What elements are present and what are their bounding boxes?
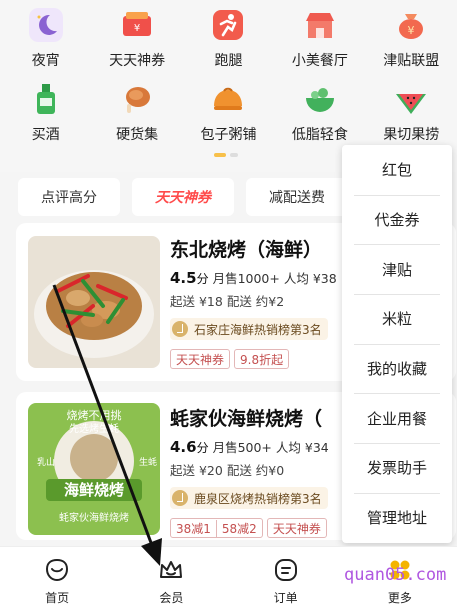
- discount-tag: 58减2: [215, 519, 262, 537]
- store-avg-price: 人均 ¥38: [283, 271, 337, 286]
- moon-icon: [28, 8, 63, 42]
- store-rank-text: 鹿泉区烧烤热销榜第3名: [194, 491, 322, 506]
- svg-text:¥: ¥: [408, 24, 415, 37]
- filter-daily-coupon[interactable]: 天天神券: [132, 178, 234, 216]
- medal-icon: [172, 321, 188, 337]
- more-menu: 红包 代金券 津贴 米粒 我的收藏 企业用餐 发票助手 管理地址: [342, 145, 452, 543]
- category-row-1: 夜宵 ¥ 天天神券 跑腿 小美餐厅 ¥ 津贴联盟: [0, 8, 457, 70]
- menu-item-favorites[interactable]: 我的收藏: [342, 343, 452, 394]
- svg-text:生蚝: 生蚝: [139, 456, 157, 468]
- discount-tag-group: 38减1 58减2: [170, 518, 263, 538]
- menu-item-manage-address[interactable]: 管理地址: [342, 492, 452, 543]
- tab-label: 更多: [387, 591, 412, 605]
- promo-tag: 天天神券: [170, 349, 231, 369]
- svg-text:乳山: 乳山: [37, 456, 55, 468]
- category-label: 跑腿: [214, 53, 243, 69]
- watermelon-icon: [396, 94, 427, 114]
- store-delivery-fee: 配送 约¥2: [226, 294, 285, 309]
- category-errand[interactable]: 跑腿: [183, 8, 274, 70]
- menu-item-invoice-helper[interactable]: 发票助手: [342, 443, 452, 493]
- category-label: 小美餐厅: [291, 53, 348, 69]
- tab-home[interactable]: 首页: [0, 547, 114, 609]
- filter-reduced-delivery[interactable]: 减配送费: [246, 178, 348, 216]
- order-icon: [274, 559, 297, 581]
- salad-icon: [305, 88, 334, 112]
- page-indicator: [214, 153, 238, 157]
- medal-icon: [172, 490, 188, 506]
- category-daily-coupon[interactable]: ¥ 天天神券: [91, 8, 182, 70]
- menu-item-enterprise-dining[interactable]: 企业用餐: [342, 393, 452, 443]
- category-label: 果切果捞: [383, 127, 440, 143]
- bun-icon: [214, 87, 243, 110]
- store-photo: [28, 236, 160, 368]
- menu-item-voucher[interactable]: 代金券: [342, 194, 452, 245]
- category-low-fat[interactable]: 低脂轻食: [274, 82, 365, 144]
- runner-icon: [213, 10, 244, 40]
- store-delivery-fee: 配送 约¥0: [226, 463, 285, 478]
- filter-bar: 点评高分 天天神券 减配送费: [18, 178, 348, 216]
- store-rank-badge: 鹿泉区烧烤热销榜第3名: [170, 487, 328, 509]
- category-label: 天天神券: [109, 53, 166, 69]
- store-min-order: 起送 ¥18: [170, 294, 223, 309]
- svg-text:海鲜烧烤: 海鲜烧烤: [64, 481, 124, 499]
- category-hard-goods[interactable]: 硬货集: [91, 82, 182, 144]
- store-sales: 月售500+: [212, 440, 272, 455]
- bottle-icon: [36, 84, 55, 114]
- svg-text:¥: ¥: [134, 23, 140, 34]
- shop-icon: [305, 13, 334, 38]
- category-label: 津贴联盟: [383, 53, 440, 69]
- money-bag-icon: ¥: [399, 14, 424, 39]
- category-restaurant[interactable]: 小美餐厅: [274, 8, 365, 70]
- store-avg-price: 人均 ¥34: [275, 440, 329, 455]
- crown-icon: [160, 561, 183, 578]
- app-screen: 夜宵 ¥ 天天神券 跑腿 小美餐厅 ¥ 津贴联盟 买酒 硬货集 包子粥铺 低脂轻…: [0, 0, 457, 609]
- category-label: 夜宵: [31, 53, 60, 69]
- menu-item-rice-points[interactable]: 米粒: [342, 294, 452, 344]
- store-rank-text: 石家庄海鲜热销榜第3名: [194, 322, 322, 337]
- store-rank-badge: 石家庄海鲜热销榜第3名: [170, 318, 328, 340]
- tab-orders[interactable]: 订单: [229, 547, 343, 609]
- category-label: 买酒: [31, 127, 60, 143]
- promo-tag: 天天神券: [266, 518, 327, 538]
- store-score: 4.6分: [170, 438, 209, 456]
- filter-high-rating[interactable]: 点评高分: [18, 178, 120, 216]
- category-liquor[interactable]: 买酒: [0, 82, 91, 144]
- tab-label: 会员: [159, 591, 184, 605]
- menu-item-red-packet[interactable]: 红包: [342, 145, 452, 195]
- drumstick-icon: [126, 87, 151, 113]
- discount-tag: 38减1: [176, 521, 211, 536]
- category-label: 低脂轻食: [291, 127, 348, 143]
- store-photo: 烧烤不用挑 先选烤生蚝 海鲜烧烤 蚝家伙海鲜烧烤 乳山 生蚝: [28, 403, 160, 535]
- category-fruit[interactable]: 果切果捞: [366, 82, 457, 144]
- menu-item-allowance[interactable]: 津贴: [342, 244, 452, 294]
- store-score: 4.5分: [170, 269, 209, 287]
- category-label: 包子粥铺: [200, 127, 257, 143]
- promo-tag: 9.8折起: [234, 349, 290, 369]
- tab-label: 首页: [45, 591, 70, 605]
- tab-member[interactable]: 会员: [114, 547, 228, 609]
- page-dot-active: [214, 153, 226, 157]
- watermark: quan05.com: [344, 565, 447, 585]
- home-icon: [46, 558, 69, 582]
- category-row-2: 买酒 硬货集 包子粥铺 低脂轻食 果切果捞: [0, 82, 457, 144]
- category-night-snack[interactable]: 夜宵: [0, 8, 91, 70]
- coupon-icon: ¥: [123, 12, 152, 36]
- category-label: 硬货集: [116, 127, 159, 143]
- svg-text:先选烤生蚝: 先选烤生蚝: [69, 422, 119, 435]
- tab-label: 订单: [273, 591, 298, 605]
- store-min-order: 起送 ¥20: [170, 463, 223, 478]
- store-sales: 月售1000+: [212, 271, 280, 286]
- category-bun-porridge[interactable]: 包子粥铺: [183, 82, 274, 144]
- svg-text:蚝家伙海鲜烧烤: 蚝家伙海鲜烧烤: [59, 511, 129, 524]
- svg-text:烧烤不用挑: 烧烤不用挑: [67, 408, 122, 422]
- category-allowance[interactable]: ¥ 津贴联盟: [366, 8, 457, 70]
- page-dot: [230, 153, 238, 157]
